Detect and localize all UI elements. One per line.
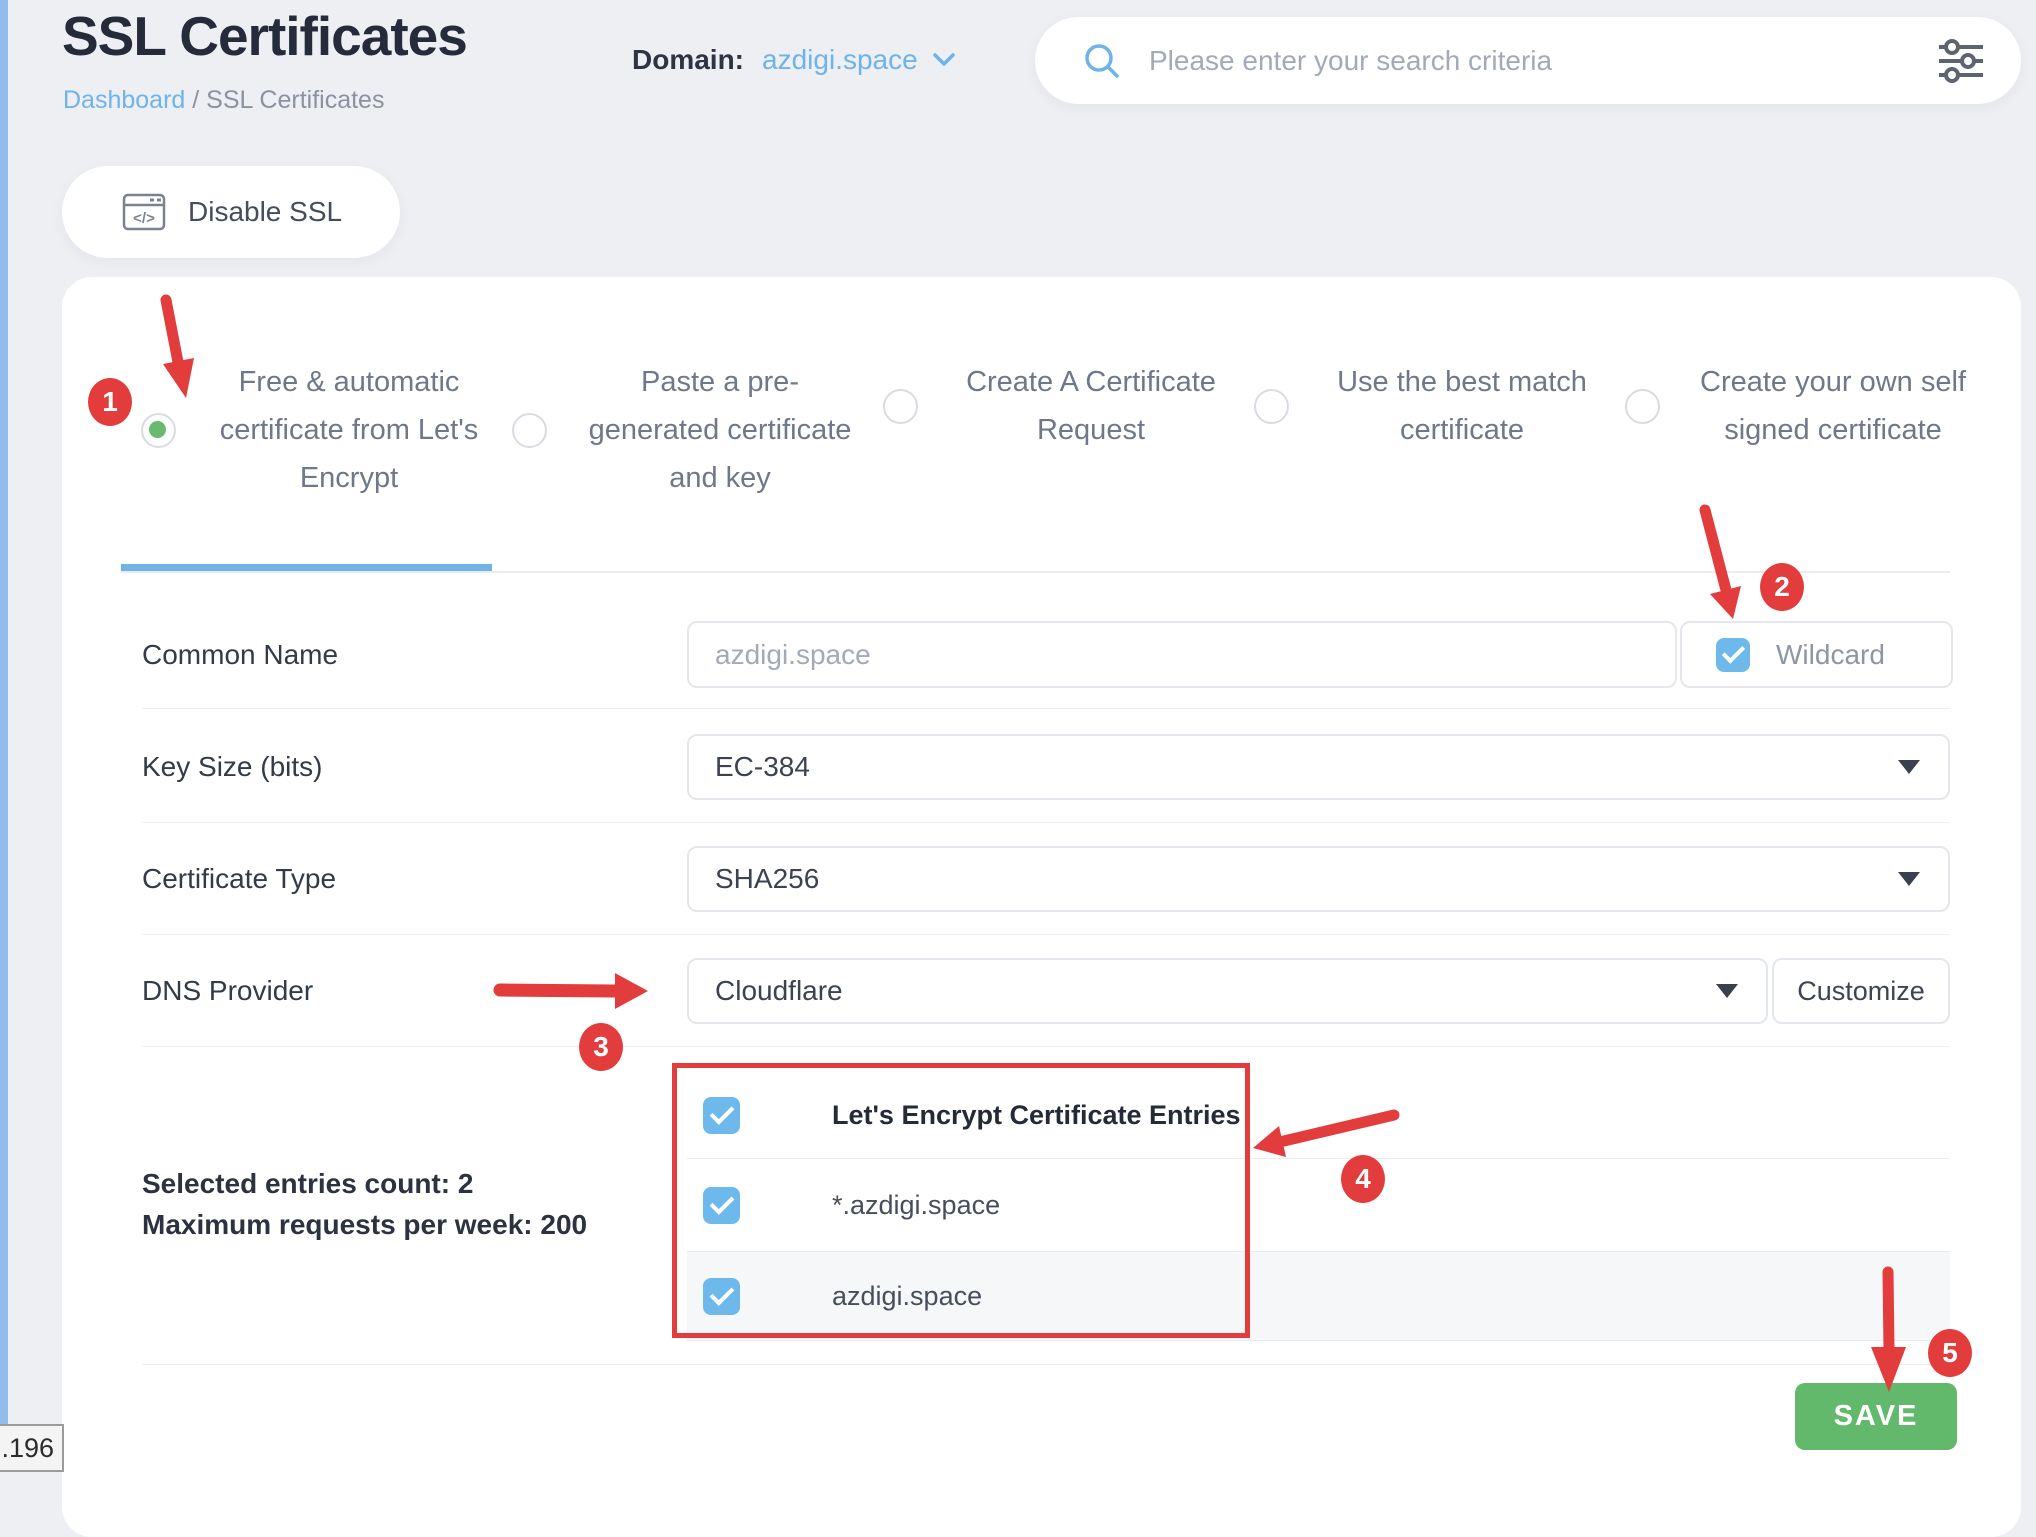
caret-down-icon (1716, 984, 1738, 998)
radio-selected-icon[interactable] (141, 412, 176, 448)
row-divider (142, 822, 1950, 823)
tab-self-signed[interactable]: Create your own self signed certificate (1605, 358, 1976, 454)
max-requests-per-week: Maximum requests per week: 200 (142, 1209, 588, 1240)
tab-lets-encrypt[interactable]: Free & automatic certificate from Let's … (121, 358, 492, 502)
radio-icon[interactable] (512, 412, 547, 448)
svg-text:</>: </> (133, 210, 155, 227)
save-button[interactable]: SAVE (1795, 1383, 1957, 1450)
key-size-label: Key Size (bits) (142, 751, 323, 782)
caret-down-icon (1898, 760, 1920, 774)
selected-entries-count: Selected entries count: 2 (142, 1168, 474, 1199)
code-window-icon: </> (122, 193, 166, 231)
chevron-down-icon (932, 53, 955, 66)
entry-row[interactable]: *.azdigi.space (687, 1159, 1950, 1252)
entry-label: azdigi.space (832, 1280, 983, 1311)
entry-checkbox-checked-icon[interactable] (703, 1277, 740, 1315)
disable-ssl-button[interactable]: </> Disable SSL (62, 166, 400, 258)
select-all-checkbox-checked-icon[interactable] (703, 1096, 740, 1134)
tab-paste-certificate[interactable]: Paste a pre-generated certificate and ke… (492, 358, 863, 502)
status-url-fragment: .196 (0, 1424, 64, 1472)
left-edge-strip (0, 0, 8, 1468)
ssl-form-card: Free & automatic certificate from Let's … (62, 277, 2021, 1537)
radio-icon[interactable] (1254, 388, 1289, 424)
entry-checkbox-checked-icon[interactable] (703, 1186, 740, 1224)
dns-provider-label: DNS Provider (142, 975, 314, 1006)
tab-best-match[interactable]: Use the best match certificate (1234, 358, 1605, 454)
tab-label: Create your own self signed certificate (1700, 366, 1966, 446)
tab-label: Use the best match certificate (1337, 366, 1587, 446)
domain-selector: Domain: azdigi.space (632, 44, 956, 76)
entries-header-label: Let's Encrypt Certificate Entries (832, 1099, 1241, 1130)
radio-icon[interactable] (883, 388, 918, 424)
common-name-label: Common Name (142, 639, 339, 670)
row-divider (142, 708, 1950, 709)
entry-row[interactable]: azdigi.space (687, 1252, 1950, 1341)
tab-label: Free & automatic certificate from Let's … (219, 366, 479, 494)
breadcrumb-separator: / (185, 86, 207, 114)
tab-label: Paste a pre-generated certificate and ke… (588, 366, 852, 494)
filter-sliders-icon[interactable] (1937, 37, 1985, 85)
breadcrumb: Dashboard / SSL Certificates (63, 86, 384, 115)
entries-header-row: Let's Encrypt Certificate Entries (687, 1072, 1950, 1159)
domain-value: azdigi.space (762, 44, 918, 75)
row-divider (142, 934, 1950, 935)
certificate-type-select[interactable]: SHA256 (687, 846, 1950, 912)
entry-label: *.azdigi.space (832, 1189, 1001, 1220)
certificate-type-label: Certificate Type (142, 863, 337, 894)
common-name-input[interactable] (687, 621, 1677, 688)
certificate-type-value: SHA256 (715, 863, 820, 894)
active-tab-underline (121, 564, 492, 571)
dns-provider-value: Cloudflare (715, 975, 843, 1006)
domain-label: Domain: (632, 44, 744, 75)
row-divider (142, 1364, 1950, 1365)
key-size-select[interactable]: EC-384 (687, 734, 1950, 800)
lets-encrypt-entries-table: Let's Encrypt Certificate Entries *.azdi… (687, 1072, 1950, 1341)
page-title: SSL Certificates (62, 5, 468, 67)
tab-label: Create A Certificate Request (966, 366, 1216, 446)
wildcard-checkbox-checked-icon[interactable] (1716, 637, 1750, 672)
key-size-value: EC-384 (715, 751, 810, 782)
wildcard-label: Wildcard (1776, 638, 1885, 670)
customize-button[interactable]: Customize (1772, 958, 1950, 1024)
search-icon (1085, 43, 1119, 78)
dns-provider-select[interactable]: Cloudflare (687, 958, 1768, 1024)
domain-dropdown[interactable]: azdigi.space (762, 44, 956, 76)
tabs-divider (121, 571, 1950, 573)
radio-icon[interactable] (1625, 388, 1660, 424)
breadcrumb-current: SSL Certificates (206, 86, 385, 114)
disable-ssl-label: Disable SSL (188, 196, 343, 227)
wildcard-option[interactable]: Wildcard (1680, 621, 1953, 688)
tab-certificate-request[interactable]: Create A Certificate Request (863, 358, 1234, 454)
search-bar (1035, 17, 2021, 104)
breadcrumb-dashboard-link[interactable]: Dashboard (63, 86, 185, 114)
search-input[interactable] (1147, 43, 1937, 78)
caret-down-icon (1898, 872, 1920, 886)
row-divider (142, 1046, 1950, 1047)
